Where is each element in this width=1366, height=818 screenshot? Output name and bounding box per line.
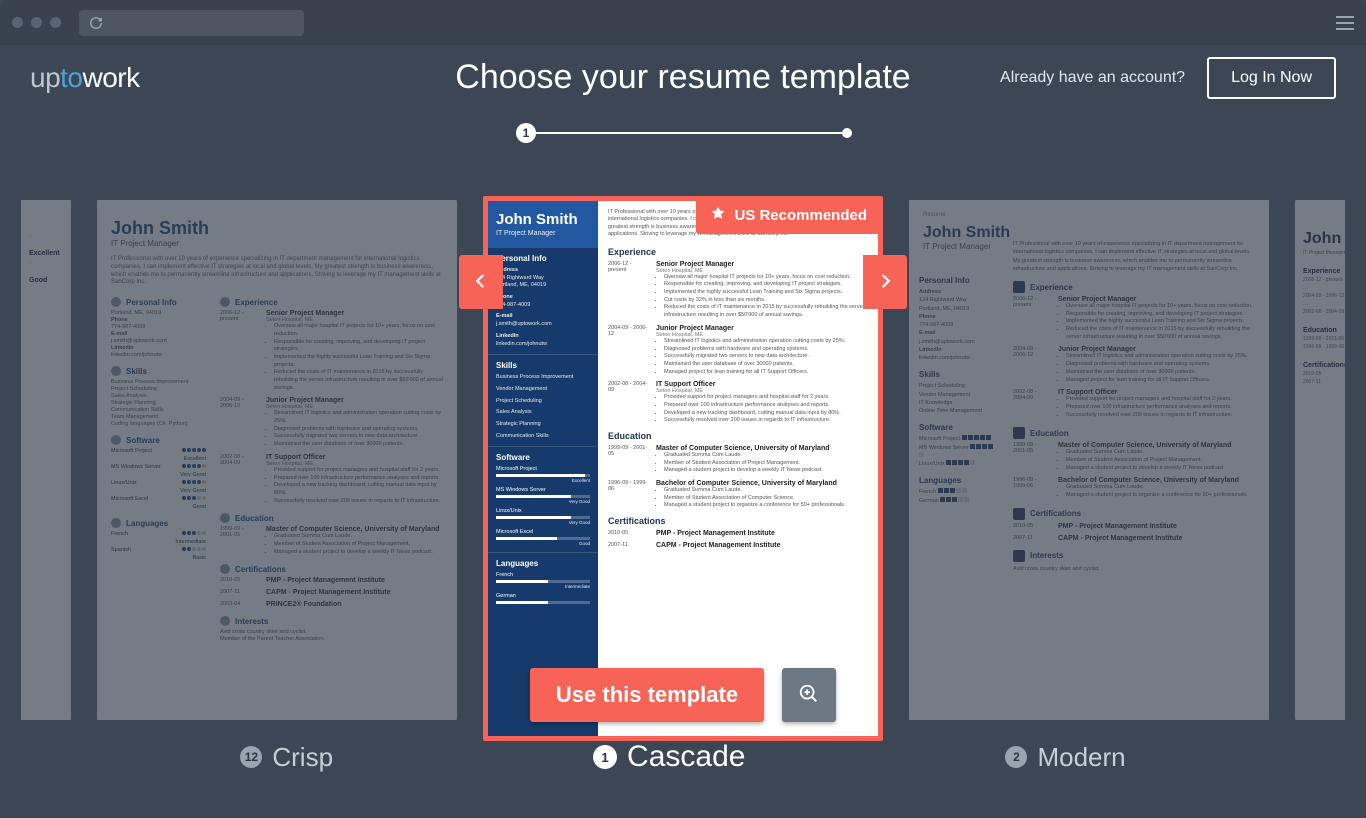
template-label-modern[interactable]: 2 Modern: [1005, 740, 1125, 774]
zoom-button[interactable]: [782, 668, 836, 722]
languages-icon: [111, 518, 121, 528]
template-card-modern[interactable]: Resume John Smith IT Project Manager Per…: [909, 200, 1269, 720]
template-card-edge-left[interactable]: … Excellent … Good: [21, 200, 71, 720]
dot-close[interactable]: [12, 17, 23, 28]
chevron-right-icon: [876, 267, 894, 298]
software-icon: [111, 435, 121, 445]
browser-chrome: [0, 0, 1366, 45]
url-bar[interactable]: [79, 10, 304, 36]
template-card-crisp[interactable]: John Smith IT Project Manager IT Profess…: [97, 200, 457, 720]
experience-icon: [1013, 281, 1025, 293]
template-label-cascade[interactable]: 1 Cascade: [593, 740, 745, 774]
star-icon: [710, 205, 726, 225]
app-header: uptowork Choose your resume template Alr…: [0, 45, 1366, 110]
hamburger-icon[interactable]: [1336, 16, 1354, 30]
template-card-edge-right[interactable]: John Smith IT Project Manager Experience…: [1295, 200, 1345, 720]
us-recommended-badge: US Recommended: [696, 196, 883, 234]
login-button[interactable]: Log In Now: [1207, 57, 1336, 99]
template-card-cascade: US Recommended John Smith IT Project Man…: [483, 196, 883, 741]
logo[interactable]: uptowork: [30, 62, 140, 94]
zoom-in-icon: [798, 683, 820, 708]
refresh-icon[interactable]: [89, 16, 103, 30]
logo-part-up: up: [30, 62, 60, 93]
resume-role: IT Project Manager: [111, 239, 443, 248]
resume-name: John Smith: [111, 218, 443, 239]
logo-part-to: to: [60, 62, 82, 93]
education-icon: [1013, 427, 1025, 439]
carousel-prev-button[interactable]: [459, 255, 503, 309]
skills-icon: [111, 366, 121, 376]
template-label-crisp[interactable]: 12 Crisp: [240, 740, 333, 774]
education-icon: [220, 513, 230, 523]
cascade-name: John Smith: [496, 211, 590, 228]
have-account-text: Already have an account?: [1000, 69, 1185, 87]
template-labels: 12 Crisp 1 Cascade 2 Modern: [0, 740, 1366, 774]
cert-icon: [220, 564, 230, 574]
person-icon: [111, 297, 121, 307]
dot-maximize[interactable]: [50, 17, 61, 28]
chevron-left-icon: [472, 267, 490, 298]
window-controls: [12, 17, 61, 28]
template-carousel: … Excellent … Good John Smith IT Project…: [0, 200, 1366, 741]
resume-summary: IT Professional with over 10 years of ex…: [111, 256, 443, 287]
carousel-next-button[interactable]: [863, 255, 907, 309]
interests-icon: [220, 616, 230, 626]
step-badge: 1: [516, 123, 536, 143]
logo-part-work: work: [83, 62, 140, 93]
use-template-button[interactable]: Use this template: [530, 668, 764, 722]
experience-icon: [220, 297, 230, 307]
dot-minimize[interactable]: [31, 17, 42, 28]
step-end: [842, 128, 852, 138]
cert-icon: [1013, 508, 1025, 520]
interests-icon: [1013, 550, 1025, 562]
progress-rail: 1: [518, 132, 848, 134]
